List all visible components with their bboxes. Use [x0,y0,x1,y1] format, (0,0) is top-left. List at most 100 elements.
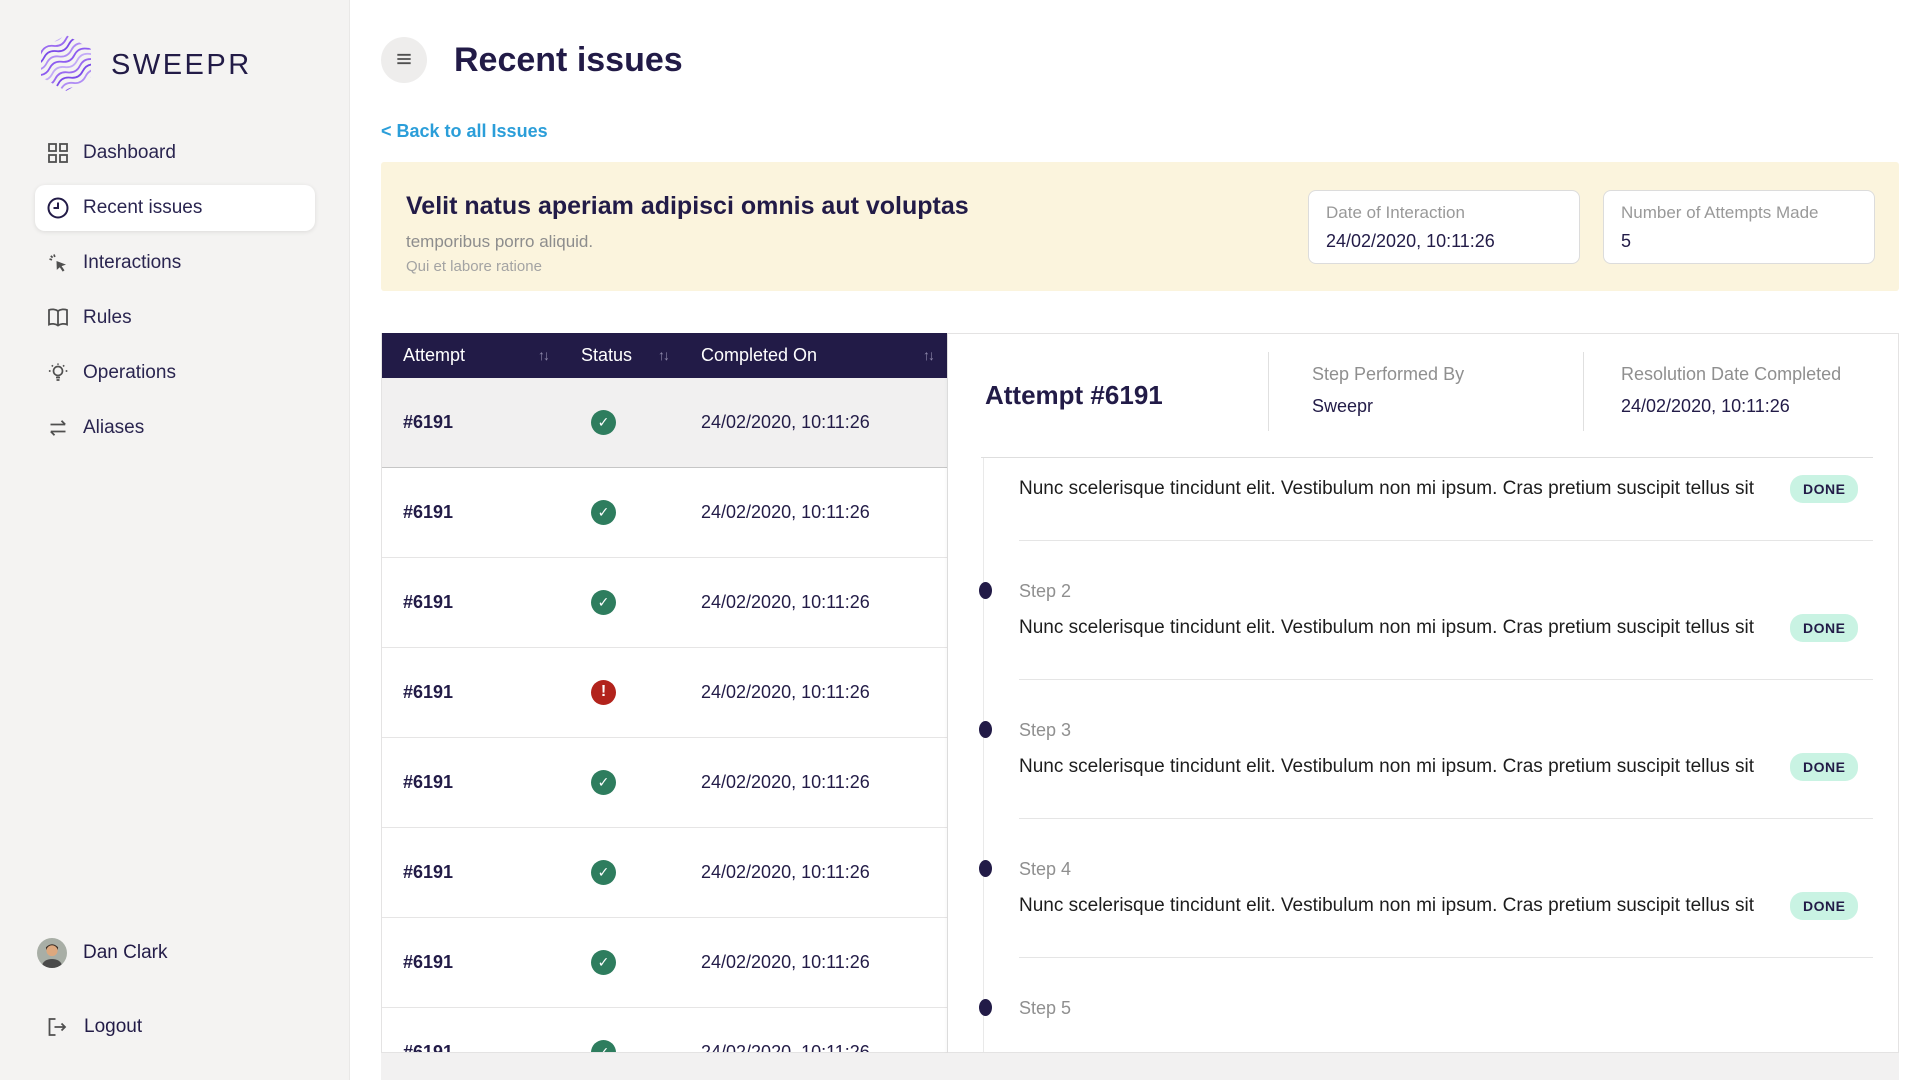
issue-title: Velit natus aperiam adipisci omnis aut v… [406,192,969,220]
step-item: Step 3 Nunc scelerisque tincidunt elit. … [979,719,1873,819]
attempt-id: #6191 [403,591,454,612]
column-header-status[interactable]: Status [560,345,680,366]
sidebar-item-label: Recent issues [83,197,203,218]
resolution-date-section: Resolution Date Completed 24/02/2020, 10… [1583,351,1898,431]
sidebar-item-label: Interactions [83,252,182,273]
sidebar-item-aliases[interactable]: Aliases [35,405,315,451]
step-text-row: Nunc scelerisque tincidunt elit. Vestibu… [1019,891,1873,920]
content-row: Attempt Status Completed On [381,332,1899,1054]
sidebar-item-label: Aliases [83,417,145,438]
step-label: Step 3 [1019,719,1072,740]
table-row[interactable]: #6191 24/02/2020, 10:11:26 [382,1007,947,1054]
status-icon [591,589,616,615]
card-label: Number of Attempts Made [1621,203,1819,222]
logout-button[interactable]: Logout [37,1012,349,1042]
attempt-id: #6191 [403,951,454,972]
issue-banner: Velit natus aperiam adipisci omnis aut v… [381,162,1899,291]
column-label: Status [581,344,633,365]
sweepr-wave-hexagon-icon [37,34,95,97]
timeline-dot-icon [979,720,992,738]
status-cell [560,1039,680,1053]
table-row[interactable]: #6191 24/02/2020, 10:11:26 [382,737,947,828]
attempt-id: #6191 [403,771,454,792]
sort-arrows-icon[interactable] [658,347,668,363]
table-row[interactable]: #6191 24/02/2020, 10:11:26 [382,557,947,648]
column-header-completed-on[interactable]: Completed On [680,345,947,366]
step-label-row: Step 5 [979,998,1873,1019]
menu-button[interactable] [381,37,427,83]
status-icon [591,769,616,795]
sidebar-item-rules[interactable]: Rules [35,295,315,341]
step-item: Step 2 Nunc scelerisque tincidunt elit. … [979,580,1873,680]
table-body: #6191 24/02/2020, 10:11:26 #6191 [382,377,947,1054]
status-badge: DONE [1789,752,1859,781]
column-label: Completed On [701,344,818,365]
timeline-dot-icon [979,998,992,1016]
timeline-dot-icon [979,859,992,877]
table-row[interactable]: #6191 24/02/2020, 10:11:26 [382,647,947,738]
sidebar-footer: Dan Clark Logout [0,938,349,1080]
status-icon [591,1039,616,1053]
step-label-row: Step 4 [979,859,1873,880]
step-label-row: Step 2 [979,580,1873,602]
card-value: 24/02/2020, 10:11:26 [1326,231,1495,251]
step-item: Step 4 Nunc scelerisque tincidunt elit. … [979,859,1873,958]
sidebar: SWEEPR Dashboard Recent issues Interacti… [0,0,350,1080]
sidebar-item-label: Operations [83,362,176,383]
user-profile[interactable]: Dan Clark [37,938,349,968]
attempts-table: Attempt Status Completed On [381,332,948,1054]
cursor-click-icon [46,251,70,275]
status-cell [560,409,680,435]
table-row[interactable]: #6191 24/02/2020, 10:11:26 [382,467,947,558]
step-label-row: Step 3 [979,719,1873,741]
table-header: Attempt Status Completed On [382,332,947,378]
logout-icon [45,1015,69,1039]
brand-logo: SWEEPR [37,34,349,97]
step-description: Nunc scelerisque tincidunt elit. Vestibu… [1019,616,1754,638]
completed-on: 24/02/2020, 10:11:26 [701,501,870,522]
status-cell [560,499,680,525]
step-label: Step 2 [1019,580,1072,601]
step-divider [1019,956,1873,958]
completed-on: 24/02/2020, 10:11:26 [701,1041,870,1054]
status-icon [591,679,616,705]
completed-on: 24/02/2020, 10:11:26 [701,861,870,882]
status-badge: DONE [1789,891,1859,920]
attempt-id: #6191 [403,501,454,522]
issue-subtitle: temporibus porro aliquid. [406,232,594,251]
sidebar-item-recent-issues[interactable]: Recent issues [35,185,315,231]
column-label: Attempt [403,344,466,365]
completed-on: 24/02/2020, 10:11:26 [701,591,870,612]
step-description: Nunc scelerisque tincidunt elit. Vestibu… [1019,894,1754,916]
completed-on: 24/02/2020, 10:11:26 [701,681,870,702]
status-icon [591,409,616,435]
step-description: Nunc scelerisque tincidunt elit. Vestibu… [1019,755,1754,777]
back-link[interactable]: < Back to all Issues [381,121,548,142]
step-item: Step 5 [979,998,1873,1053]
status-cell [560,769,680,795]
table-row[interactable]: #6191 24/02/2020, 10:11:26 [382,917,947,1008]
attempt-id: #6191 [403,411,454,432]
completed-on: 24/02/2020, 10:11:26 [701,411,870,432]
table-row[interactable]: #6191 24/02/2020, 10:11:26 [382,377,947,468]
table-row[interactable]: #6191 24/02/2020, 10:11:26 [382,827,947,918]
sort-arrows-icon[interactable] [923,347,933,363]
attempt-detail-title: Attempt #6191 [985,379,1163,410]
step-divider [1019,539,1873,541]
resolution-date-label: Resolution Date Completed [1621,363,1842,384]
attempt-detail-header: Attempt #6191 Step Performed By Sweepr R… [948,334,1898,457]
sidebar-item-dashboard[interactable]: Dashboard [35,130,315,176]
sort-arrows-icon[interactable] [538,347,548,363]
column-header-attempt[interactable]: Attempt [382,345,560,366]
card-value: 5 [1621,231,1632,251]
main-content: Recent issues < Back to all Issues Velit… [350,0,1920,1080]
dashboard-grid-icon [46,141,70,165]
status-badge: DONE [1789,474,1859,503]
page-title: Recent issues [454,40,683,79]
step-text-row: Nunc scelerisque tincidunt elit. Vestibu… [1019,613,1873,642]
sidebar-item-operations[interactable]: Operations [35,350,315,396]
sidebar-item-interactions[interactable]: Interactions [35,240,315,286]
swap-arrows-icon [46,416,70,440]
attempt-id: #6191 [403,861,454,882]
status-cell [560,589,680,615]
